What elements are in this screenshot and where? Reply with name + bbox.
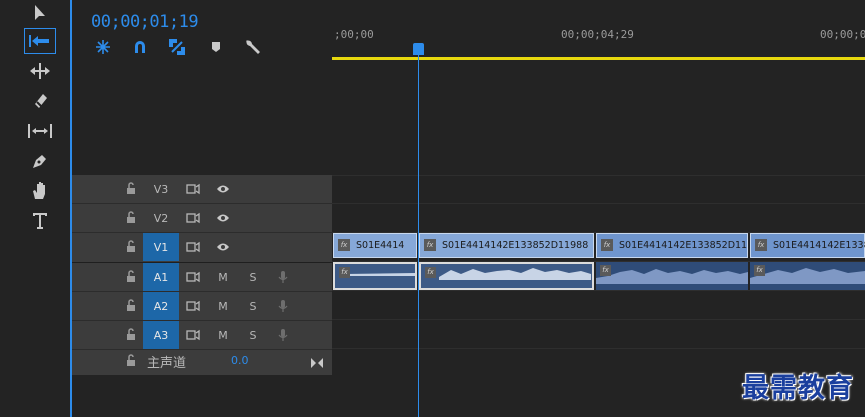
slip-icon[interactable] <box>24 118 56 144</box>
video-clip[interactable]: fx S01E4414142E13385 <box>750 233 865 258</box>
solo-button[interactable]: S <box>246 328 260 342</box>
ripple-edit-icon[interactable] <box>24 58 56 84</box>
wrench-icon[interactable] <box>244 38 262 56</box>
audio-clip[interactable]: fx <box>596 262 748 290</box>
fx-badge: fx <box>600 265 611 276</box>
master-volume-value[interactable]: 0.0 <box>231 354 249 367</box>
sync-lock-icon[interactable] <box>186 299 200 313</box>
fx-badge: fx <box>425 267 436 278</box>
track-name-a1[interactable]: A1 <box>143 263 179 291</box>
track-name-v1[interactable]: V1 <box>143 233 179 261</box>
video-clip[interactable]: fx S01E4414142E133852D11988 <box>419 233 594 258</box>
track-header-master: 主声道 0.0 <box>72 347 332 375</box>
track-name-v3[interactable]: V3 <box>143 175 179 203</box>
track-header-v2: V2 <box>72 204 332 232</box>
mute-button[interactable]: M <box>216 270 230 284</box>
magnet-icon[interactable] <box>131 38 149 56</box>
fx-badge: fx <box>424 239 436 251</box>
snap-nest-icon[interactable] <box>94 38 112 56</box>
lock-icon[interactable] <box>126 328 136 341</box>
fx-badge: fx <box>601 239 613 251</box>
video-clip[interactable]: fx S01E4414142E133852D11 <box>596 233 748 258</box>
video-clip[interactable]: fx S01E4414 <box>333 233 417 258</box>
audio-clip[interactable]: fx <box>419 262 594 290</box>
watermark-logo: 最需教育 <box>742 373 854 404</box>
lock-icon[interactable] <box>126 270 136 283</box>
eye-icon[interactable] <box>216 240 230 254</box>
eye-icon[interactable] <box>216 182 230 196</box>
sync-lock-icon[interactable] <box>186 328 200 342</box>
track-select-icon[interactable] <box>24 28 56 54</box>
selection-tool-icon[interactable] <box>24 0 56 26</box>
track-header-v3: V3 <box>72 175 332 203</box>
fx-badge: fx <box>339 267 350 278</box>
time-ruler[interactable]: ;00;00 00;00;04;29 00;00;09 <box>332 0 865 60</box>
ruler-tick-label: 00;00;04;29 <box>561 28 634 41</box>
lock-icon[interactable] <box>126 299 136 312</box>
lock-icon[interactable] <box>126 182 136 195</box>
playhead-timecode[interactable]: 00;00;01;19 <box>91 12 199 32</box>
microphone-icon[interactable] <box>276 270 290 284</box>
razor-icon[interactable] <box>24 88 56 114</box>
fx-badge: fx <box>755 239 767 251</box>
pen-icon[interactable] <box>24 148 56 174</box>
sync-lock-icon[interactable] <box>186 182 200 196</box>
track-name-a3[interactable]: A3 <box>143 321 179 349</box>
marker-icon[interactable] <box>207 38 225 56</box>
track-header-a2: A2 M S <box>72 292 332 320</box>
hand-icon[interactable] <box>24 178 56 204</box>
lock-icon[interactable] <box>126 354 136 367</box>
ruler-tick-label: ;00;00 <box>334 28 374 41</box>
type-icon[interactable] <box>24 208 56 234</box>
lock-icon[interactable] <box>126 240 136 253</box>
track-header-a3: A3 M S <box>72 321 332 349</box>
track-header-v1: V1 <box>72 233 332 261</box>
track-headers: V3 V2 V1 A1 M S A2 M S A3 M S 主声道 0.0 <box>72 175 332 375</box>
fx-badge: fx <box>754 265 765 276</box>
linked-selection-icon[interactable] <box>168 38 186 56</box>
clip-label: S01E4414142E13385 <box>773 240 865 251</box>
playhead-line[interactable] <box>418 50 419 417</box>
clip-label: S01E4414 <box>356 240 405 251</box>
fx-badge: fx <box>338 239 350 251</box>
microphone-icon[interactable] <box>276 299 290 313</box>
tools-panel <box>0 0 70 417</box>
mute-button[interactable]: M <box>216 328 230 342</box>
sync-lock-icon[interactable] <box>186 211 200 225</box>
eye-icon[interactable] <box>216 211 230 225</box>
timeline-header: 00;00;01;19 <box>72 0 332 175</box>
solo-button[interactable]: S <box>246 270 260 284</box>
track-header-a1: A1 M S <box>72 263 332 291</box>
sync-lock-icon[interactable] <box>186 270 200 284</box>
track-name-v2[interactable]: V2 <box>143 204 179 232</box>
microphone-icon[interactable] <box>276 328 290 342</box>
go-to-point-icon[interactable] <box>310 354 324 373</box>
lock-icon[interactable] <box>126 211 136 224</box>
clip-label: S01E4414142E133852D11 <box>619 240 748 251</box>
audio-clip[interactable]: fx <box>333 262 417 290</box>
mute-button[interactable]: M <box>216 299 230 313</box>
audio-clip[interactable]: fx <box>750 262 865 290</box>
ruler-tick-label: 00;00;09 <box>820 28 865 41</box>
sync-lock-icon[interactable] <box>186 240 200 254</box>
solo-button[interactable]: S <box>246 299 260 313</box>
master-track-label: 主声道 <box>147 356 187 371</box>
track-name-a2[interactable]: A2 <box>143 292 179 320</box>
clip-label: S01E4414142E133852D11988 <box>442 240 589 251</box>
